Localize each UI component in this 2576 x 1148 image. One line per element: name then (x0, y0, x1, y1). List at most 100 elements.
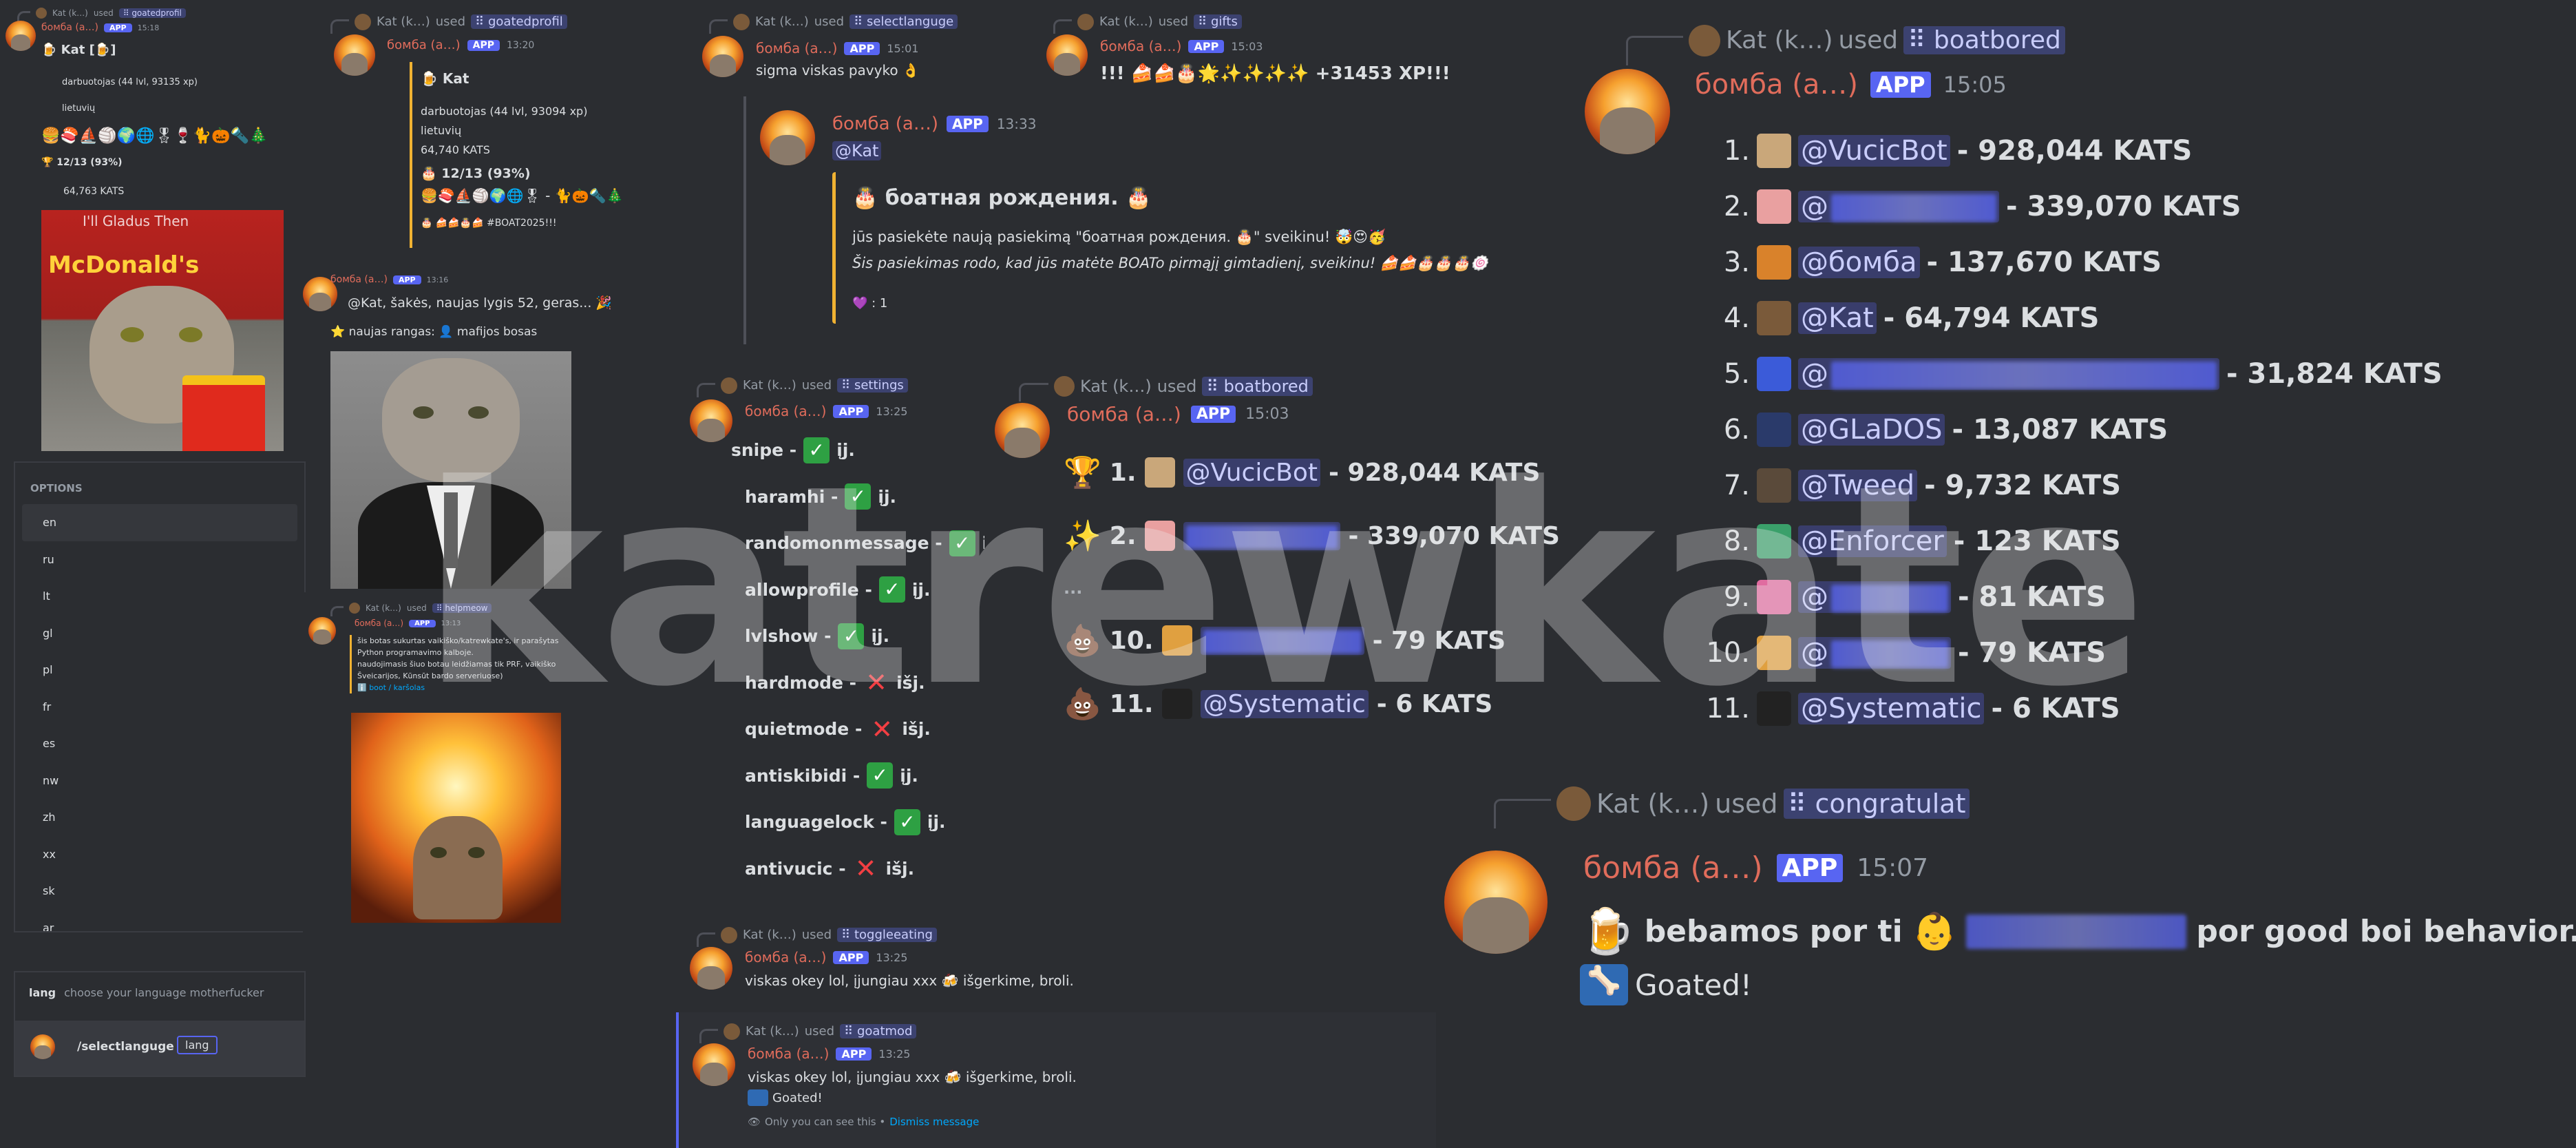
blurred-mention[interactable] (1966, 914, 2187, 949)
language-option-es[interactable]: es (22, 725, 297, 762)
bot-avatar[interactable] (690, 947, 732, 990)
bot-name[interactable]: бомба (a…) (748, 1045, 829, 1062)
profile-country: lietuvių (421, 124, 462, 137)
command-chip[interactable]: ⠿ gifts (1194, 14, 1242, 29)
check-icon[interactable]: ✓ (949, 530, 975, 556)
command-chip[interactable]: ⠿ toggleeating (837, 928, 937, 942)
bot-avatar[interactable] (693, 1043, 735, 1086)
user-mention[interactable]: @Systematic (1200, 689, 1369, 718)
reply-user[interactable]: Kat (k…) (746, 1024, 799, 1039)
user-mention[interactable] (1200, 626, 1364, 655)
command-chip[interactable]: ⠿ goatedprofil (118, 8, 186, 18)
info-links[interactable]: ℹ️ boot / karšolas (357, 682, 584, 693)
command-chip[interactable]: ⠿ boatbored (1202, 376, 1313, 396)
check-icon[interactable]: ✓ (803, 437, 830, 463)
user-mention[interactable]: @ (1798, 636, 1951, 669)
reply-user[interactable]: Kat (k…) (755, 14, 809, 29)
bot-avatar[interactable] (995, 403, 1050, 458)
cross-icon[interactable]: ✕ (853, 853, 879, 884)
bot-avatar[interactable] (308, 617, 336, 645)
option-arg-desc: choose your language motherfucker (64, 986, 264, 999)
bot-avatar[interactable] (1046, 34, 1088, 76)
cross-icon[interactable]: ✕ (869, 714, 895, 744)
reply-user[interactable]: Kat (k…) (743, 928, 796, 942)
command-chip[interactable]: ⠿ goatedprofil (471, 14, 567, 29)
bot-name[interactable]: бомба (a…) (832, 114, 938, 134)
leaderboard-row: 9. @ - 81 KATS (1702, 569, 2442, 625)
bot-name[interactable]: бомба (a…) (1695, 69, 1858, 101)
kats-value: - 137,670 KATS (1926, 246, 2162, 278)
setting-state-label: įj. (871, 626, 890, 647)
user-mention[interactable]: @Systematic (1798, 692, 1985, 724)
bot-name[interactable]: бомба (a…) (745, 403, 826, 419)
bot-name[interactable]: бомба (a…) (1583, 850, 1763, 886)
user-mention[interactable]: @ (1798, 190, 1999, 222)
bot-name[interactable]: бомба (a…) (330, 274, 388, 285)
command-chip[interactable]: ⠿ selectlanguge (849, 14, 958, 29)
command-input[interactable]: /selectlanguge lang (15, 1021, 304, 1076)
check-icon[interactable]: ✓ (867, 762, 894, 789)
language-option-sk[interactable]: sk (22, 873, 297, 910)
command-chip[interactable]: ⠿ congratulat (1783, 788, 1970, 819)
command-icon: ⠿ (1198, 14, 1211, 29)
arg-value-field[interactable]: lang (177, 1036, 218, 1054)
user-mention[interactable]: @GLaDOS (1798, 413, 1945, 446)
meme-caption: I'll Gladus Then (83, 213, 189, 229)
reply-user[interactable]: Kat (k…) (1726, 26, 1833, 54)
setting-name: quietmode - (745, 719, 863, 740)
language-option-ru[interactable]: ru (22, 541, 297, 578)
bot-avatar[interactable] (690, 399, 732, 442)
language-option-lt[interactable]: lt (22, 578, 297, 615)
bot-avatar[interactable] (6, 21, 36, 51)
language-option-pl[interactable]: pl (22, 651, 297, 689)
language-option-nw[interactable]: nw (22, 762, 297, 800)
user-mention[interactable] (1183, 521, 1340, 550)
reply-user[interactable]: Kat (k…) (377, 14, 430, 29)
bot-name[interactable]: бомба (a…) (387, 38, 461, 52)
bot-avatar[interactable] (1444, 850, 1548, 954)
command-chip[interactable]: ⠿ helpmeow (432, 603, 492, 613)
app-badge: APP (833, 404, 869, 418)
check-icon[interactable]: ✓ (894, 808, 920, 835)
reply-user[interactable]: Kat (k…) (743, 378, 796, 393)
reply-user[interactable]: Kat (k…) (1080, 377, 1152, 396)
check-icon[interactable]: ✓ (845, 483, 872, 510)
bot-name[interactable]: бомба (a…) (1067, 403, 1181, 426)
bot-name[interactable]: бомба (a…) (41, 22, 98, 33)
language-option-gl[interactable]: gl (22, 615, 297, 652)
user-mention[interactable]: @бомба (1798, 246, 1920, 278)
reaction[interactable]: 💜 : 1 (852, 296, 887, 311)
mention-kat[interactable]: @Kat (832, 141, 882, 160)
language-option-xx[interactable]: xx (22, 836, 297, 873)
user-mention[interactable]: @ (1798, 581, 1951, 613)
command-chip[interactable]: ⠿ settings (837, 378, 908, 393)
bot-avatar[interactable] (334, 34, 375, 76)
check-icon[interactable]: ✓ (838, 623, 865, 649)
reply-user[interactable]: Kat (k…) (1099, 14, 1153, 29)
language-option-fr[interactable]: fr (22, 689, 297, 726)
bot-name[interactable]: бомба (a…) (756, 40, 837, 56)
language-option-en[interactable]: en (22, 504, 297, 541)
command-chip[interactable]: ⠿ goatmod (840, 1024, 917, 1039)
language-option-ar[interactable]: ar (22, 910, 297, 932)
user-mention[interactable]: @Tweed (1798, 469, 1918, 501)
bot-name[interactable]: бомба (a…) (745, 949, 826, 966)
user-mention[interactable]: @Kat (1798, 302, 1877, 334)
cross-icon[interactable]: ✕ (863, 667, 889, 698)
bot-avatar[interactable] (702, 36, 743, 77)
user-mention[interactable]: @VucicBot (1183, 458, 1320, 487)
bot-avatar[interactable] (1585, 69, 1670, 154)
check-icon[interactable]: ✓ (878, 576, 905, 603)
bot-name[interactable]: бомба (a…) (1100, 38, 1181, 54)
dismiss-link[interactable]: Dismiss message (889, 1116, 979, 1128)
reply-user[interactable]: Kat (k…) (1596, 789, 1709, 819)
reply-user[interactable]: Kat (k…) (366, 603, 401, 613)
user-mention[interactable]: @ (1798, 357, 2219, 390)
command-chip[interactable]: ⠿ boatbored (1903, 26, 2065, 54)
user-mention[interactable]: @VucicBot (1798, 134, 1950, 167)
user-mention[interactable]: @Enforcer (1798, 525, 1947, 557)
bot-avatar[interactable] (760, 110, 815, 165)
language-option-zh[interactable]: zh (22, 799, 297, 836)
reply-user[interactable]: Kat (k…) (52, 8, 88, 18)
bot-name[interactable]: бомба (a…) (355, 618, 403, 628)
